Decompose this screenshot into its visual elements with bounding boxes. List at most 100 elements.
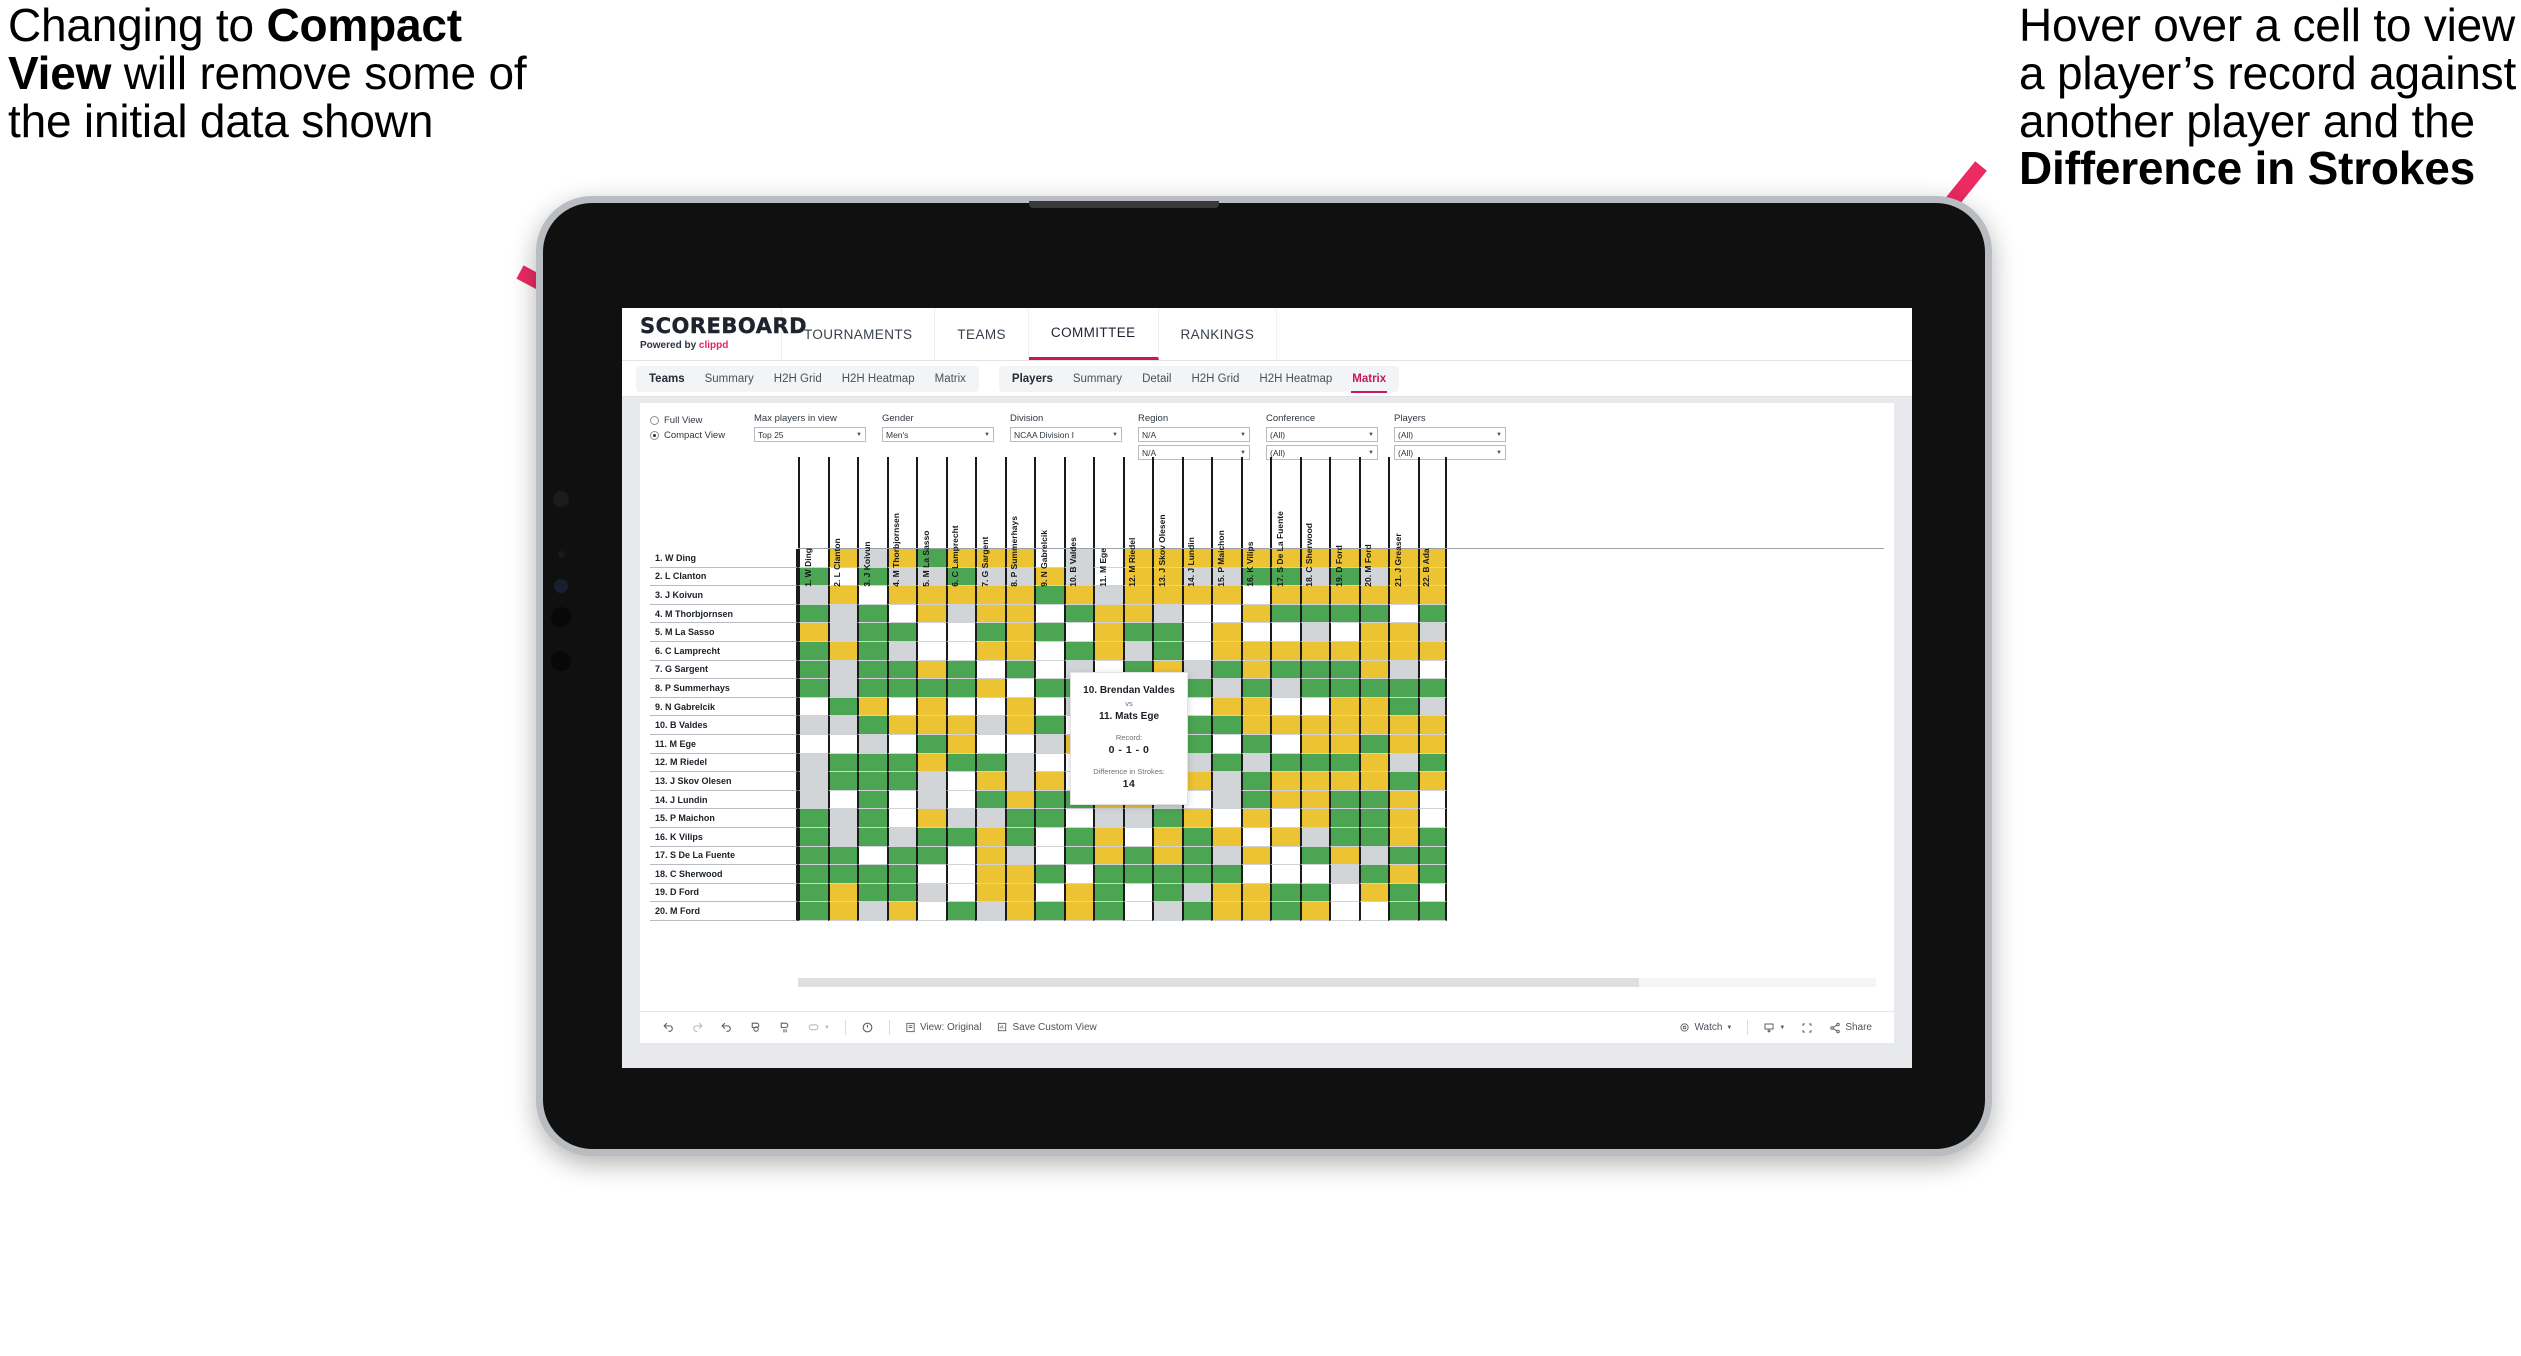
- matrix-cell[interactable]: [1034, 623, 1064, 642]
- subnav-players[interactable]: Players: [1002, 369, 1063, 389]
- matrix-cell[interactable]: [1181, 883, 1211, 903]
- matrix-cell[interactable]: [945, 753, 975, 773]
- matrix-cell[interactable]: [1004, 716, 1034, 735]
- matrix-cell[interactable]: [1329, 753, 1359, 773]
- matrix-cell[interactable]: [827, 660, 857, 680]
- matrix-cell[interactable]: [886, 604, 916, 624]
- matrix-cell[interactable]: [1270, 660, 1300, 680]
- matrix-cell[interactable]: [827, 790, 857, 810]
- matrix-cell[interactable]: [886, 865, 916, 884]
- matrix-cell[interactable]: [975, 660, 1005, 680]
- matrix-cell[interactable]: [1329, 623, 1359, 642]
- matrix-cell[interactable]: [1063, 827, 1093, 847]
- matrix-cell[interactable]: [1122, 586, 1152, 605]
- matrix-cell[interactable]: [1358, 716, 1388, 735]
- matrix-cell[interactable]: [1388, 660, 1418, 680]
- matrix-cell[interactable]: [1388, 753, 1418, 773]
- matrix-cell[interactable]: [1240, 660, 1270, 680]
- matrix-cell[interactable]: [1034, 846, 1064, 866]
- matrix-cell[interactable]: [1211, 679, 1241, 698]
- matrix-cell[interactable]: [1329, 660, 1359, 680]
- matrix-cell[interactable]: [1329, 716, 1359, 735]
- matrix-cell[interactable]: [1181, 902, 1211, 921]
- matrix-cell[interactable]: [1240, 809, 1270, 828]
- matrix-cell[interactable]: [1034, 865, 1064, 884]
- matrix-cell[interactable]: [886, 846, 916, 866]
- filter-conference-select-1[interactable]: (All) ▼: [1266, 427, 1378, 442]
- matrix-cell[interactable]: [975, 772, 1005, 791]
- matrix-cell[interactable]: [1034, 660, 1064, 680]
- matrix-cell[interactable]: [945, 790, 975, 810]
- matrix-cell[interactable]: [1034, 790, 1064, 810]
- matrix-cell[interactable]: [975, 902, 1005, 921]
- matrix-cell[interactable]: [1329, 790, 1359, 810]
- matrix-cell[interactable]: [1034, 902, 1064, 921]
- matrix-cell[interactable]: [886, 883, 916, 903]
- matrix-cell[interactable]: [857, 753, 887, 773]
- matrix-cell[interactable]: [1093, 641, 1123, 661]
- matrix-cell[interactable]: [1417, 902, 1447, 921]
- matrix-cell[interactable]: [916, 827, 946, 847]
- radio-compact-view[interactable]: Compact View: [650, 430, 746, 441]
- matrix-cell[interactable]: [857, 716, 887, 735]
- filter-gender-select[interactable]: Men's ▼: [882, 427, 994, 442]
- matrix-cell[interactable]: [945, 679, 975, 698]
- matrix-cell[interactable]: [1004, 902, 1034, 921]
- matrix-cell[interactable]: [945, 883, 975, 903]
- matrix-cell[interactable]: [1004, 641, 1034, 661]
- matrix-cell[interactable]: [1270, 883, 1300, 903]
- matrix-cell[interactable]: [975, 697, 1005, 717]
- matrix-cell[interactable]: [1004, 604, 1034, 624]
- matrix-cell[interactable]: [1004, 827, 1034, 847]
- matrix-cell[interactable]: [1358, 809, 1388, 828]
- matrix-cell[interactable]: [798, 809, 828, 828]
- matrix-cell[interactable]: [1152, 641, 1182, 661]
- download-button[interactable]: ▼: [1755, 1022, 1793, 1034]
- tablet-button-bottom[interactable]: [551, 651, 571, 671]
- matrix-cell[interactable]: [1004, 772, 1034, 791]
- matrix-cell[interactable]: [975, 790, 1005, 810]
- matrix-cell[interactable]: [1417, 641, 1447, 661]
- matrix-cell[interactable]: [798, 902, 828, 921]
- matrix-cell[interactable]: [1358, 604, 1388, 624]
- matrix-cell[interactable]: [1358, 827, 1388, 847]
- matrix-cell[interactable]: [1093, 586, 1123, 605]
- matrix-cell[interactable]: [1329, 641, 1359, 661]
- matrix-cell[interactable]: [1358, 641, 1388, 661]
- matrix-cell[interactable]: [945, 604, 975, 624]
- matrix-cell[interactable]: [1388, 716, 1418, 735]
- matrix-cell[interactable]: [857, 846, 887, 866]
- matrix-cell[interactable]: [1152, 883, 1182, 903]
- subnav-players-h2h-heatmap[interactable]: H2H Heatmap: [1249, 369, 1342, 389]
- subnav-players-detail[interactable]: Detail: [1132, 369, 1181, 389]
- matrix-cell[interactable]: [1299, 772, 1329, 791]
- revert-icon[interactable]: [712, 1021, 741, 1034]
- matrix-cell[interactable]: [1122, 623, 1152, 642]
- matrix-cell[interactable]: [975, 827, 1005, 847]
- matrix-cell[interactable]: [1299, 790, 1329, 810]
- matrix-cell[interactable]: [916, 660, 946, 680]
- matrix-cell[interactable]: [1417, 753, 1447, 773]
- matrix-cell[interactable]: [886, 660, 916, 680]
- matrix-cell[interactable]: [1417, 697, 1447, 717]
- matrix-cell[interactable]: [1063, 902, 1093, 921]
- matrix-cell[interactable]: [916, 809, 946, 828]
- matrix-cell[interactable]: [916, 865, 946, 884]
- matrix-cell[interactable]: [1034, 753, 1064, 773]
- matrix-cell[interactable]: [857, 586, 887, 605]
- matrix-cell[interactable]: [945, 772, 975, 791]
- matrix-cell[interactable]: [945, 623, 975, 642]
- matrix-cell[interactable]: [916, 753, 946, 773]
- matrix-cell[interactable]: [827, 846, 857, 866]
- matrix-cell[interactable]: [916, 772, 946, 791]
- matrix-cell[interactable]: [1211, 660, 1241, 680]
- matrix-cell[interactable]: [1004, 865, 1034, 884]
- matrix-cell[interactable]: [1211, 753, 1241, 773]
- matrix-cell[interactable]: [916, 623, 946, 642]
- matrix-cell[interactable]: [1358, 660, 1388, 680]
- matrix-cell[interactable]: [857, 604, 887, 624]
- matrix-cell[interactable]: [1388, 697, 1418, 717]
- matrix-cell[interactable]: [1152, 586, 1182, 605]
- matrix-cell[interactable]: [975, 846, 1005, 866]
- matrix-cell[interactable]: [1329, 865, 1359, 884]
